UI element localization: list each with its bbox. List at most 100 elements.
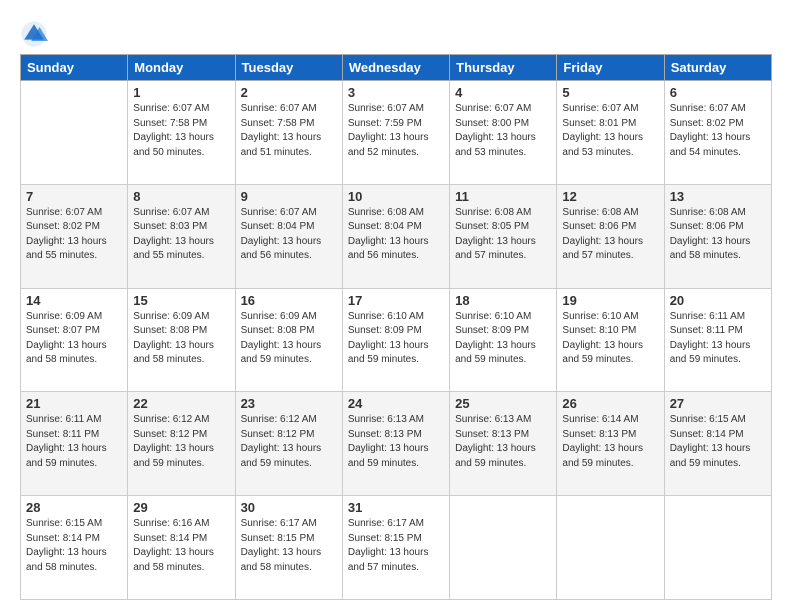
cell-info: Sunrise: 6:13 AM Sunset: 8:13 PM Dayligh… — [348, 413, 444, 471]
day-number: 27 — [670, 396, 766, 411]
calendar-cell: 16 Sunrise: 6:09 AM Sunset: 8:08 PM Dayli… — [235, 288, 342, 392]
day-number: 18 — [455, 293, 551, 308]
calendar-cell: 17 Sunrise: 6:10 AM Sunset: 8:09 PM Dayli… — [342, 288, 449, 392]
day-number: 10 — [348, 189, 444, 204]
day-number: 12 — [562, 189, 658, 204]
calendar-cell — [450, 496, 557, 600]
calendar-cell: 29Sunrise: 6:16 AM Sunset: 8:14 PM Dayli… — [128, 496, 235, 600]
day-number: 11 — [455, 189, 551, 204]
cell-info: Sunrise: 6:15 AM Sunset: 8:14 PM Dayligh… — [26, 517, 122, 575]
calendar-cell: 30 Sunrise: 6:17 AM Sunset: 8:15 PM Dayli… — [235, 496, 342, 600]
day-number: 20 — [670, 293, 766, 308]
cell-info: Sunrise: 6:09 AM Sunset: 8:08 PM Dayligh… — [241, 310, 337, 368]
calendar-cell: 22Sunrise: 6:12 AM Sunset: 8:12 PM Dayli… — [128, 392, 235, 496]
calendar-day-header: Friday — [557, 55, 664, 81]
day-number: 3 — [348, 85, 444, 100]
cell-info: Sunrise: 6:17 AM Sunset: 8:15 PM Dayligh… — [241, 517, 337, 575]
day-number: 4 — [455, 85, 551, 100]
cell-info: Sunrise: 6:16 AM Sunset: 8:14 PM Dayligh… — [133, 517, 229, 575]
cell-info: Sunrise: 6:07 AM Sunset: 8:00 PM Dayligh… — [455, 102, 551, 160]
calendar-week-row: 21 Sunrise: 6:11 AM Sunset: 8:11 PM Dayli… — [21, 392, 772, 496]
calendar-cell: 21 Sunrise: 6:11 AM Sunset: 8:11 PM Dayli… — [21, 392, 128, 496]
day-number: 28 — [26, 500, 122, 515]
header — [20, 16, 772, 48]
calendar-week-row: 14 Sunrise: 6:09 AM Sunset: 8:07 PM Dayli… — [21, 288, 772, 392]
cell-info: Sunrise: 6:08 AM Sunset: 8:06 PM Dayligh… — [670, 206, 766, 264]
calendar-cell: 27 Sunrise: 6:15 AM Sunset: 8:14 PM Dayli… — [664, 392, 771, 496]
page: SundayMondayTuesdayWednesdayThursdayFrid… — [0, 0, 792, 612]
cell-info: Sunrise: 6:14 AM Sunset: 8:13 PM Dayligh… — [562, 413, 658, 471]
cell-info: Sunrise: 6:07 AM Sunset: 8:02 PM Dayligh… — [26, 206, 122, 264]
cell-info: Sunrise: 6:13 AM Sunset: 8:13 PM Dayligh… — [455, 413, 551, 471]
calendar-table: SundayMondayTuesdayWednesdayThursdayFrid… — [20, 54, 772, 600]
calendar-cell: 11 Sunrise: 6:08 AM Sunset: 8:05 PM Dayli… — [450, 184, 557, 288]
calendar-cell: 2 Sunrise: 6:07 AM Sunset: 7:58 PM Daylig… — [235, 81, 342, 185]
day-number: 19 — [562, 293, 658, 308]
calendar-header-row: SundayMondayTuesdayWednesdayThursdayFrid… — [21, 55, 772, 81]
logo-icon — [20, 20, 48, 48]
cell-info: Sunrise: 6:11 AM Sunset: 8:11 PM Dayligh… — [26, 413, 122, 471]
calendar-cell: 28 Sunrise: 6:15 AM Sunset: 8:14 PM Dayli… — [21, 496, 128, 600]
calendar-cell: 12 Sunrise: 6:08 AM Sunset: 8:06 PM Dayli… — [557, 184, 664, 288]
day-number: 14 — [26, 293, 122, 308]
cell-info: Sunrise: 6:17 AM Sunset: 8:15 PM Dayligh… — [348, 517, 444, 575]
day-number: 21 — [26, 396, 122, 411]
cell-info: Sunrise: 6:08 AM Sunset: 8:05 PM Dayligh… — [455, 206, 551, 264]
cell-info: Sunrise: 6:11 AM Sunset: 8:11 PM Dayligh… — [670, 310, 766, 368]
cell-info: Sunrise: 6:12 AM Sunset: 8:12 PM Dayligh… — [133, 413, 229, 471]
logo — [20, 20, 52, 48]
cell-info: Sunrise: 6:08 AM Sunset: 8:06 PM Dayligh… — [562, 206, 658, 264]
cell-info: Sunrise: 6:10 AM Sunset: 8:09 PM Dayligh… — [348, 310, 444, 368]
calendar-cell: 18 Sunrise: 6:10 AM Sunset: 8:09 PM Dayli… — [450, 288, 557, 392]
calendar-cell: 26 Sunrise: 6:14 AM Sunset: 8:13 PM Dayli… — [557, 392, 664, 496]
calendar-cell — [664, 496, 771, 600]
calendar-cell: 9 Sunrise: 6:07 AM Sunset: 8:04 PM Daylig… — [235, 184, 342, 288]
cell-info: Sunrise: 6:12 AM Sunset: 8:12 PM Dayligh… — [241, 413, 337, 471]
calendar-day-header: Thursday — [450, 55, 557, 81]
cell-info: Sunrise: 6:07 AM Sunset: 8:02 PM Dayligh… — [670, 102, 766, 160]
cell-info: Sunrise: 6:07 AM Sunset: 8:01 PM Dayligh… — [562, 102, 658, 160]
day-number: 8 — [133, 189, 229, 204]
calendar-cell — [557, 496, 664, 600]
cell-info: Sunrise: 6:07 AM Sunset: 7:58 PM Dayligh… — [241, 102, 337, 160]
calendar-cell: 8Sunrise: 6:07 AM Sunset: 8:03 PM Daylig… — [128, 184, 235, 288]
calendar-cell: 7 Sunrise: 6:07 AM Sunset: 8:02 PM Daylig… — [21, 184, 128, 288]
calendar-cell — [21, 81, 128, 185]
cell-info: Sunrise: 6:10 AM Sunset: 8:09 PM Dayligh… — [455, 310, 551, 368]
cell-info: Sunrise: 6:09 AM Sunset: 8:07 PM Dayligh… — [26, 310, 122, 368]
cell-info: Sunrise: 6:07 AM Sunset: 8:04 PM Dayligh… — [241, 206, 337, 264]
day-number: 16 — [241, 293, 337, 308]
calendar-cell: 20 Sunrise: 6:11 AM Sunset: 8:11 PM Dayli… — [664, 288, 771, 392]
calendar-week-row: 1 Sunrise: 6:07 AM Sunset: 7:58 PM Daylig… — [21, 81, 772, 185]
calendar-day-header: Monday — [128, 55, 235, 81]
calendar-cell: 25 Sunrise: 6:13 AM Sunset: 8:13 PM Dayli… — [450, 392, 557, 496]
day-number: 25 — [455, 396, 551, 411]
day-number: 24 — [348, 396, 444, 411]
day-number: 26 — [562, 396, 658, 411]
day-number: 31 — [348, 500, 444, 515]
calendar-day-header: Wednesday — [342, 55, 449, 81]
cell-info: Sunrise: 6:15 AM Sunset: 8:14 PM Dayligh… — [670, 413, 766, 471]
calendar-day-header: Tuesday — [235, 55, 342, 81]
day-number: 30 — [241, 500, 337, 515]
calendar-week-row: 28 Sunrise: 6:15 AM Sunset: 8:14 PM Dayli… — [21, 496, 772, 600]
day-number: 2 — [241, 85, 337, 100]
calendar-cell: 19 Sunrise: 6:10 AM Sunset: 8:10 PM Dayli… — [557, 288, 664, 392]
calendar-cell: 24 Sunrise: 6:13 AM Sunset: 8:13 PM Dayli… — [342, 392, 449, 496]
calendar-cell: 3Sunrise: 6:07 AM Sunset: 7:59 PM Daylig… — [342, 81, 449, 185]
cell-info: Sunrise: 6:09 AM Sunset: 8:08 PM Dayligh… — [133, 310, 229, 368]
calendar-cell: 15Sunrise: 6:09 AM Sunset: 8:08 PM Dayli… — [128, 288, 235, 392]
day-number: 13 — [670, 189, 766, 204]
calendar-cell: 13 Sunrise: 6:08 AM Sunset: 8:06 PM Dayli… — [664, 184, 771, 288]
cell-info: Sunrise: 6:10 AM Sunset: 8:10 PM Dayligh… — [562, 310, 658, 368]
calendar-cell: 23Sunrise: 6:12 AM Sunset: 8:12 PM Dayli… — [235, 392, 342, 496]
day-number: 6 — [670, 85, 766, 100]
day-number: 1 — [133, 85, 229, 100]
calendar-cell: 6 Sunrise: 6:07 AM Sunset: 8:02 PM Daylig… — [664, 81, 771, 185]
day-number: 9 — [241, 189, 337, 204]
day-number: 7 — [26, 189, 122, 204]
calendar-cell: 4 Sunrise: 6:07 AM Sunset: 8:00 PM Daylig… — [450, 81, 557, 185]
calendar-day-header: Sunday — [21, 55, 128, 81]
day-number: 17 — [348, 293, 444, 308]
cell-info: Sunrise: 6:08 AM Sunset: 8:04 PM Dayligh… — [348, 206, 444, 264]
